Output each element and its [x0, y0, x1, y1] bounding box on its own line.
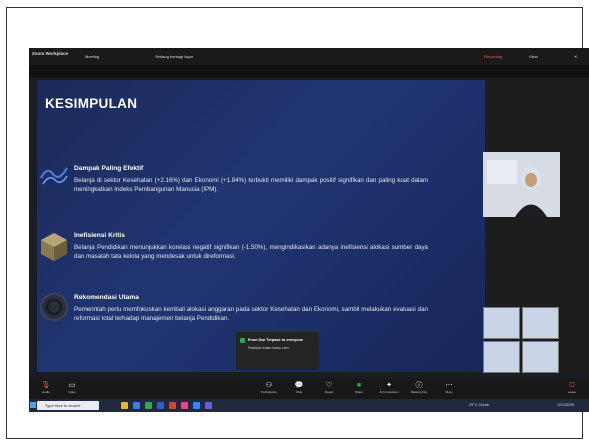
more-button[interactable]: ⋯ More: [434, 381, 464, 394]
warning-cube-icon: [41, 233, 67, 261]
weather-widget[interactable]: 29°C Cerah: [469, 403, 489, 407]
section-heading: Dampak Paling Efektif: [74, 165, 144, 172]
more-icon: ⋯: [445, 382, 453, 389]
recording-label[interactable]: Recording: [484, 54, 502, 59]
section-heading: Rekomendasi Utama: [74, 294, 139, 301]
chat-icon: 💬: [294, 382, 304, 389]
section-body: Belanja di sektor Kesehatan (+2.16%) dan…: [74, 177, 428, 193]
app-label: Zoom Workplace: [32, 51, 69, 56]
meeting-controls: 🎙 Audio ▭ Video ⚇ Participants 💬 Chat ♡ React…: [29, 378, 589, 399]
taskbar-search-input[interactable]: Type here to search: [37, 401, 99, 410]
slide-title: KESIMPULAN: [45, 96, 138, 111]
clock[interactable]: 12/12/2025: [557, 403, 574, 407]
speaker-avatar: [515, 166, 547, 217]
info-icon: ⓘ: [415, 382, 423, 389]
wave-chart-icon: [40, 167, 68, 185]
zoom-icon[interactable]: [193, 402, 200, 409]
app-icon[interactable]: [181, 402, 188, 409]
participants-icon: ⚇: [265, 382, 273, 389]
section-heading: Inefisiensi Kritis: [74, 232, 125, 239]
browser-icon[interactable]: [133, 402, 140, 409]
participant-thumbnail[interactable]: [522, 307, 559, 339]
window-close-icon[interactable]: ✕: [574, 54, 577, 59]
section-body: Belanja Pendidikan menunjukkan korelasi …: [74, 244, 428, 260]
presentation-slide: KESIMPULAN Dampak Paling Efektif Belanja…: [37, 80, 485, 372]
chat-message: Pastikan kalau kalau cam: [248, 346, 289, 350]
chat-sender: From Dwi Terpase to everyone: [248, 338, 304, 342]
speaker-video-tile[interactable]: [483, 152, 560, 217]
react-icon: ♡: [325, 382, 333, 389]
excel-icon[interactable]: [145, 402, 152, 409]
video-icon: ▭: [68, 382, 76, 389]
leave-button[interactable]: ⏻ Leave: [557, 381, 587, 394]
chat-icon: [240, 338, 245, 343]
app-icon[interactable]: [205, 402, 212, 409]
share-label: Sedang berbagi layar: [155, 54, 194, 59]
participants-button[interactable]: ⚇ Participants: [254, 381, 284, 394]
participant-thumbnail[interactable]: [522, 341, 559, 373]
leave-icon: ⏻: [569, 382, 575, 389]
ai-companion-button[interactable]: ✦ AI Companion: [374, 381, 404, 394]
meeting-label[interactable]: Meeting: [85, 54, 99, 59]
react-button[interactable]: ♡ React: [314, 381, 344, 394]
share-icon: ■: [356, 382, 362, 389]
chat-button[interactable]: 💬 Chat: [284, 381, 314, 394]
zoom-title-bar: Zoom Workplace Meeting Sedang berbagi la…: [29, 48, 589, 65]
section-body: Pemerintah perlu memfokuskan kembali alo…: [74, 306, 428, 322]
chat-notification[interactable]: From Dwi Terpase to everyone Pastikan ka…: [236, 332, 319, 370]
participant-thumbnail[interactable]: [483, 341, 520, 373]
powerpoint-icon[interactable]: [169, 402, 176, 409]
file-explorer-icon[interactable]: [121, 402, 128, 409]
ai-companion-icon: ✦: [386, 382, 392, 389]
participant-thumbnail[interactable]: [483, 307, 520, 339]
view-button[interactable]: View: [529, 54, 538, 59]
word-icon[interactable]: [157, 402, 164, 409]
windows-taskbar: Type here to search 29°C Cerah 12/12/202…: [29, 399, 589, 412]
share-toolbar: [29, 65, 589, 78]
share-button[interactable]: ■ Share: [344, 381, 374, 394]
gear-badge-icon: [40, 293, 68, 321]
video-button[interactable]: ▭ Video: [57, 381, 87, 394]
meeting-info-button[interactable]: ⓘ Meeting info: [404, 381, 434, 394]
windows-start-icon[interactable]: [30, 402, 36, 408]
